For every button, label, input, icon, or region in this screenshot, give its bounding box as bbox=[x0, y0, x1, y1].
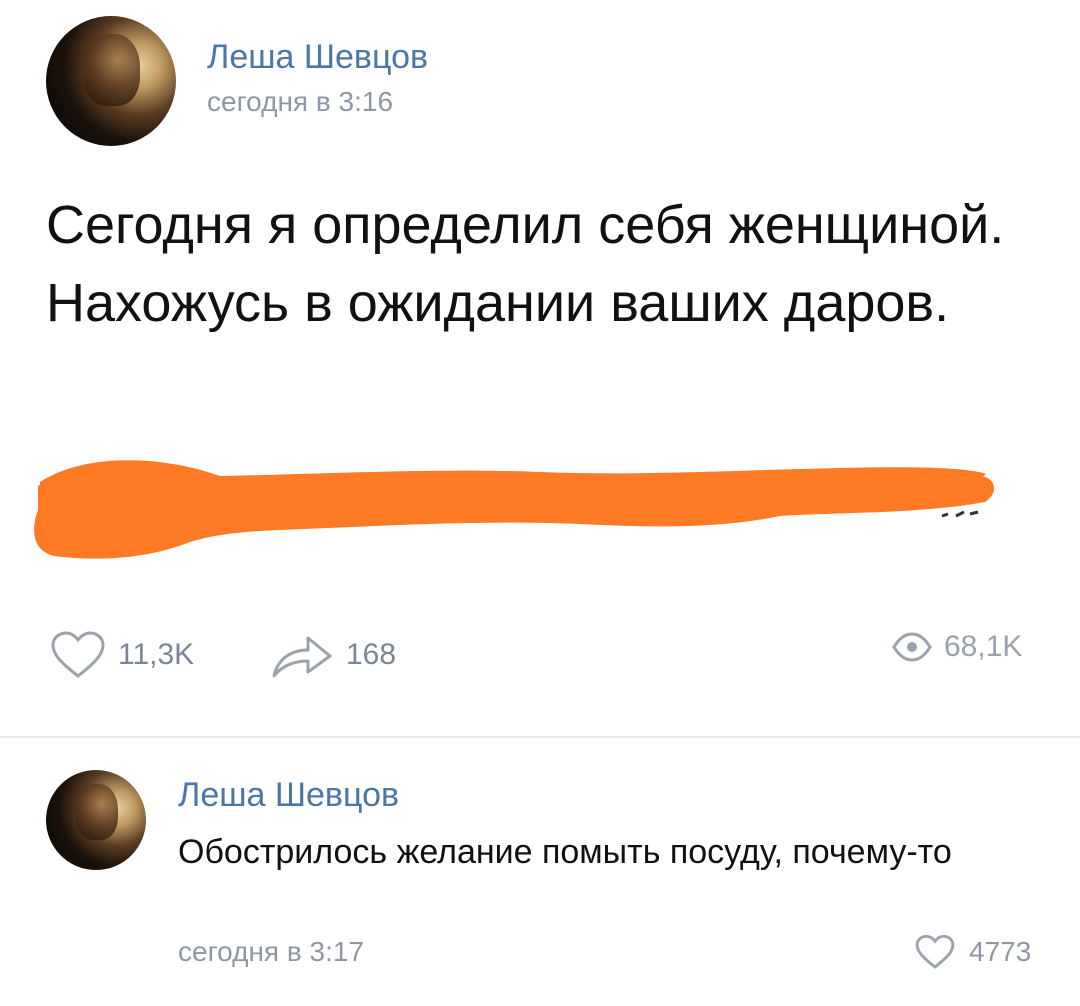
censor-scribble bbox=[34, 460, 995, 559]
share-arrow-icon bbox=[272, 636, 332, 678]
repost-count: 168 bbox=[346, 638, 397, 671]
divider bbox=[0, 736, 1080, 738]
like-count: 11,3K bbox=[118, 638, 195, 671]
post-author-avatar[interactable] bbox=[46, 16, 176, 146]
views-count: 68,1K bbox=[944, 630, 1023, 663]
post-actions-bar: 11,3K 168 68,1K bbox=[0, 630, 1080, 690]
post-text: Сегодня я определил себя женщиной. Нахож… bbox=[46, 195, 1005, 333]
post-timestamp[interactable]: сегодня в 3:16 bbox=[207, 86, 393, 118]
post-author-name[interactable]: Леша Шевцов bbox=[207, 38, 428, 77]
comment-author-name[interactable]: Леша Шевцов bbox=[178, 776, 399, 815]
like-button[interactable]: 11,3K bbox=[50, 630, 194, 680]
censor-remnant bbox=[941, 510, 979, 518]
comment-like-count: 4773 bbox=[969, 936, 1032, 967]
eye-icon bbox=[892, 632, 932, 662]
comment-author-avatar[interactable] bbox=[46, 770, 146, 870]
comment-text: Обострилось желание помыть посуду, почем… bbox=[178, 833, 952, 871]
views-counter: 68,1K bbox=[892, 630, 1022, 664]
heart-icon bbox=[51, 631, 105, 678]
avatar-face bbox=[84, 34, 140, 106]
heart-icon bbox=[915, 934, 955, 969]
comment-like-button[interactable]: 4773 bbox=[915, 934, 1031, 970]
avatar-face bbox=[76, 784, 118, 840]
share-button[interactable]: 168 bbox=[270, 630, 396, 680]
comment-timestamp[interactable]: сегодня в 3:17 bbox=[178, 936, 364, 968]
